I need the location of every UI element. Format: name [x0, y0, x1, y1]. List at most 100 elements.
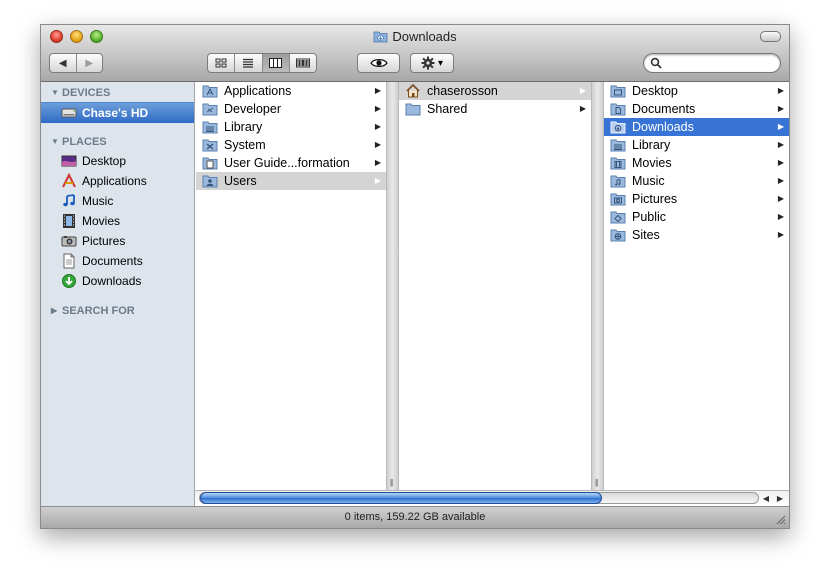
chevron-down-icon: ▾	[437, 57, 444, 69]
list-item-system[interactable]: System ▶	[196, 136, 386, 154]
resize-grip-icon: ||	[595, 478, 598, 487]
sidebar: ▼ DEVICES Chase's HD ▼ PLACES Desktop Ap…	[41, 82, 195, 506]
sidebar-item-desktop[interactable]: Desktop	[41, 151, 194, 171]
disclosure-triangle-open-icon[interactable]: ▼	[51, 133, 59, 151]
list-view-button[interactable]	[235, 54, 263, 72]
downloads-folder-icon	[610, 119, 626, 135]
list-item-chaserosson[interactable]: chaserosson ▶	[399, 82, 591, 100]
eye-icon	[369, 59, 388, 67]
list-view-icon	[243, 58, 254, 68]
action-menu-button[interactable]: ▾	[410, 53, 454, 73]
sidebar-item-applications[interactable]: Applications	[41, 171, 194, 191]
pictures-icon	[61, 233, 77, 249]
title-bar[interactable]: Downloads ◀ ▶ ▾	[41, 25, 789, 82]
sidebar-item-downloads[interactable]: Downloads	[41, 271, 194, 291]
search-input[interactable]	[664, 55, 776, 73]
window-title: Downloads	[392, 29, 457, 44]
status-text: 0 items, 159.22 GB available	[344, 511, 486, 523]
list-item-user-guide[interactable]: User Guide...formation ▶	[196, 154, 386, 172]
resize-grip-icon: ||	[390, 478, 393, 487]
chevron-right-icon: ▶	[777, 104, 784, 113]
list-item-sites[interactable]: Sites ▶	[604, 226, 789, 244]
scroll-arrows: ◀ ▶	[759, 493, 787, 505]
document-folder-icon	[202, 155, 218, 171]
search-field[interactable]	[643, 53, 781, 73]
gear-icon	[421, 56, 435, 70]
chevron-right-icon: ▶	[579, 86, 586, 95]
chevron-right-icon: ▶	[579, 104, 586, 113]
folder-icon	[405, 101, 421, 117]
list-item-downloads[interactable]: Downloads ▶	[604, 118, 789, 136]
music-icon	[61, 193, 77, 209]
pictures-folder-icon	[610, 191, 626, 207]
documents-icon	[61, 253, 77, 269]
column-view-button[interactable]	[262, 54, 290, 72]
sidebar-item-chases-hd[interactable]: Chase's HD	[41, 102, 194, 123]
window-title-area: Downloads	[41, 28, 789, 48]
list-item-pictures[interactable]: Pictures ▶	[604, 190, 789, 208]
back-button[interactable]: ◀	[50, 54, 77, 72]
chevron-right-icon: ▶	[374, 158, 381, 167]
coverflow-view-button[interactable]	[290, 54, 316, 72]
icon-view-button[interactable]	[208, 54, 236, 72]
column-resize-handle[interactable]: ||	[591, 82, 604, 490]
sites-folder-icon	[610, 227, 626, 243]
list-item-users[interactable]: Users ▶	[196, 172, 386, 190]
applications-folder-icon	[202, 83, 218, 99]
list-item-desktop[interactable]: Desktop ▶	[604, 82, 789, 100]
users-folder-icon	[202, 173, 218, 189]
scroll-right-button[interactable]: ▶	[773, 493, 787, 505]
list-item-library[interactable]: Library ▶	[604, 136, 789, 154]
browser-column-2[interactable]: chaserosson ▶ Shared ▶	[399, 82, 591, 490]
chevron-right-icon: ▶	[374, 104, 381, 113]
finder-window: Downloads ◀ ▶ ▾ ▼ DEVICES Chase's HD ▼ P…	[40, 24, 790, 529]
music-folder-icon	[610, 173, 626, 189]
browser-column-3[interactable]: Desktop ▶ Documents ▶ Downloads ▶ Librar…	[604, 82, 789, 490]
list-item-shared[interactable]: Shared ▶	[399, 100, 591, 118]
home-icon	[405, 83, 421, 99]
quick-look-button[interactable]	[357, 53, 400, 73]
sidebar-item-documents[interactable]: Documents	[41, 251, 194, 271]
downloads-icon	[61, 273, 77, 289]
downloads-folder-icon	[373, 30, 388, 48]
list-item-library[interactable]: Library ▶	[196, 118, 386, 136]
chevron-right-icon: ▶	[777, 140, 784, 149]
list-item-movies[interactable]: Movies ▶	[604, 154, 789, 172]
coverflow-view-icon	[295, 58, 310, 68]
chevron-right-icon: ▶	[777, 158, 784, 167]
scroll-thumb[interactable]	[200, 492, 602, 504]
chevron-right-icon: ▶	[777, 122, 784, 131]
search-for-header[interactable]: ▶ SEARCH FOR	[41, 302, 195, 320]
browser-column-1[interactable]: Applications ▶ Developer ▶ Library ▶ Sys…	[196, 82, 386, 490]
forward-button[interactable]: ▶	[77, 54, 103, 72]
resize-grip-icon[interactable]	[775, 514, 786, 525]
applications-icon	[61, 172, 77, 189]
disclosure-triangle-open-icon[interactable]: ▼	[51, 84, 59, 102]
system-folder-icon	[202, 137, 218, 153]
chevron-right-icon: ▶	[374, 176, 381, 185]
chevron-right-icon: ▶	[777, 176, 784, 185]
devices-header[interactable]: ▼ DEVICES	[41, 84, 195, 102]
list-item-applications[interactable]: Applications ▶	[196, 82, 386, 100]
scroll-left-button[interactable]: ◀	[759, 493, 773, 505]
list-item-music[interactable]: Music ▶	[604, 172, 789, 190]
scroll-track[interactable]	[199, 492, 759, 504]
sidebar-item-music[interactable]: Music	[41, 191, 194, 211]
hard-drive-icon	[61, 105, 77, 121]
toolbar-toggle-button[interactable]	[760, 31, 781, 42]
sidebar-item-movies[interactable]: Movies	[41, 211, 194, 231]
developer-folder-icon	[202, 101, 218, 117]
sidebar-item-pictures[interactable]: Pictures	[41, 231, 194, 251]
chevron-right-icon: ▶	[374, 86, 381, 95]
disclosure-triangle-closed-icon[interactable]: ▶	[51, 302, 57, 320]
list-item-developer[interactable]: Developer ▶	[196, 100, 386, 118]
list-item-documents[interactable]: Documents ▶	[604, 100, 789, 118]
documents-folder-icon	[610, 101, 626, 117]
public-folder-icon	[610, 209, 626, 225]
status-bar: 0 items, 159.22 GB available	[41, 506, 789, 528]
horizontal-scrollbar[interactable]: ◀ ▶	[195, 490, 789, 506]
list-item-public[interactable]: Public ▶	[604, 208, 789, 226]
column-resize-handle[interactable]: ||	[386, 82, 399, 490]
places-header[interactable]: ▼ PLACES	[41, 133, 195, 151]
column-view-icon	[269, 58, 283, 68]
